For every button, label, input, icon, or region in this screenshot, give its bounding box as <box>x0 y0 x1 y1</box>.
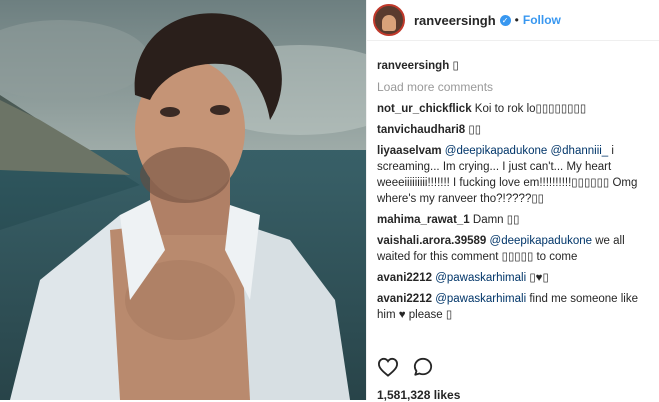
post-sidebar: ranveersingh ✓ • Follow ranveersingh ▯ L… <box>366 0 659 402</box>
caption-username[interactable]: ranveersingh <box>377 60 449 72</box>
follow-button[interactable]: Follow <box>523 13 561 27</box>
comment-text: Koi to rok lo▯▯▯▯▯▯▯▯ <box>474 103 587 115</box>
verified-badge-icon: ✓ <box>499 14 511 26</box>
comment-mention[interactable]: @deepikapadukone <box>490 235 592 247</box>
caption-text: ▯ <box>452 60 459 72</box>
comment-username[interactable]: not_ur_chickflick <box>377 103 472 115</box>
comment-username[interactable]: avani2212 <box>377 272 432 284</box>
comment-mention[interactable]: @dhanniii_ <box>550 145 608 157</box>
post-image <box>0 0 366 400</box>
comment-username[interactable]: tanvichaudhari8 <box>377 124 465 136</box>
header-username[interactable]: ranveersingh <box>414 13 496 28</box>
comment: not_ur_chickflick Koi to rok lo▯▯▯▯▯▯▯▯ <box>377 101 651 117</box>
separator-dot: • <box>514 13 519 27</box>
post-actions <box>377 357 433 377</box>
comment: mahima_rawat_1 Damn ▯▯ <box>377 212 651 228</box>
post-photo[interactable] <box>0 0 366 400</box>
comment: avani2212 @pawaskarhimali find me someon… <box>377 291 651 323</box>
comment: tanvichaudhari8 ▯▯ <box>377 122 651 138</box>
comment-mention[interactable]: @pawaskarhimali <box>435 293 526 305</box>
comment-mention[interactable]: @deepikapadukone <box>445 145 547 157</box>
caption: ranveersingh ▯ <box>377 58 651 74</box>
comment-username[interactable]: mahima_rawat_1 <box>377 214 470 226</box>
comment: liyaaselvam @deepikapadukone @dhanniii_ … <box>377 143 651 207</box>
heart-icon[interactable] <box>377 357 399 377</box>
comment: avani2212 @pawaskarhimali ▯♥▯ <box>377 270 651 286</box>
comment-mention[interactable]: @pawaskarhimali <box>435 272 526 284</box>
avatar[interactable] <box>373 4 405 36</box>
comment-username[interactable]: liyaaselvam <box>377 145 442 157</box>
comment: vaishali.arora.39589 @deepikapadukone we… <box>377 233 651 265</box>
comment-text: ▯▯ <box>468 124 482 136</box>
load-more-comments[interactable]: Load more comments <box>377 79 651 95</box>
comments-list: ranveersingh ▯ Load more comments not_ur… <box>377 58 651 328</box>
comment-username[interactable]: avani2212 <box>377 293 432 305</box>
comment-text: Damn ▯▯ <box>472 214 520 226</box>
comment-text: ▯♥▯ <box>526 272 549 284</box>
comment-bubble-icon[interactable] <box>413 357 433 377</box>
comment-username[interactable]: vaishali.arora.39589 <box>377 235 486 247</box>
post-header: ranveersingh ✓ • Follow <box>367 0 659 41</box>
